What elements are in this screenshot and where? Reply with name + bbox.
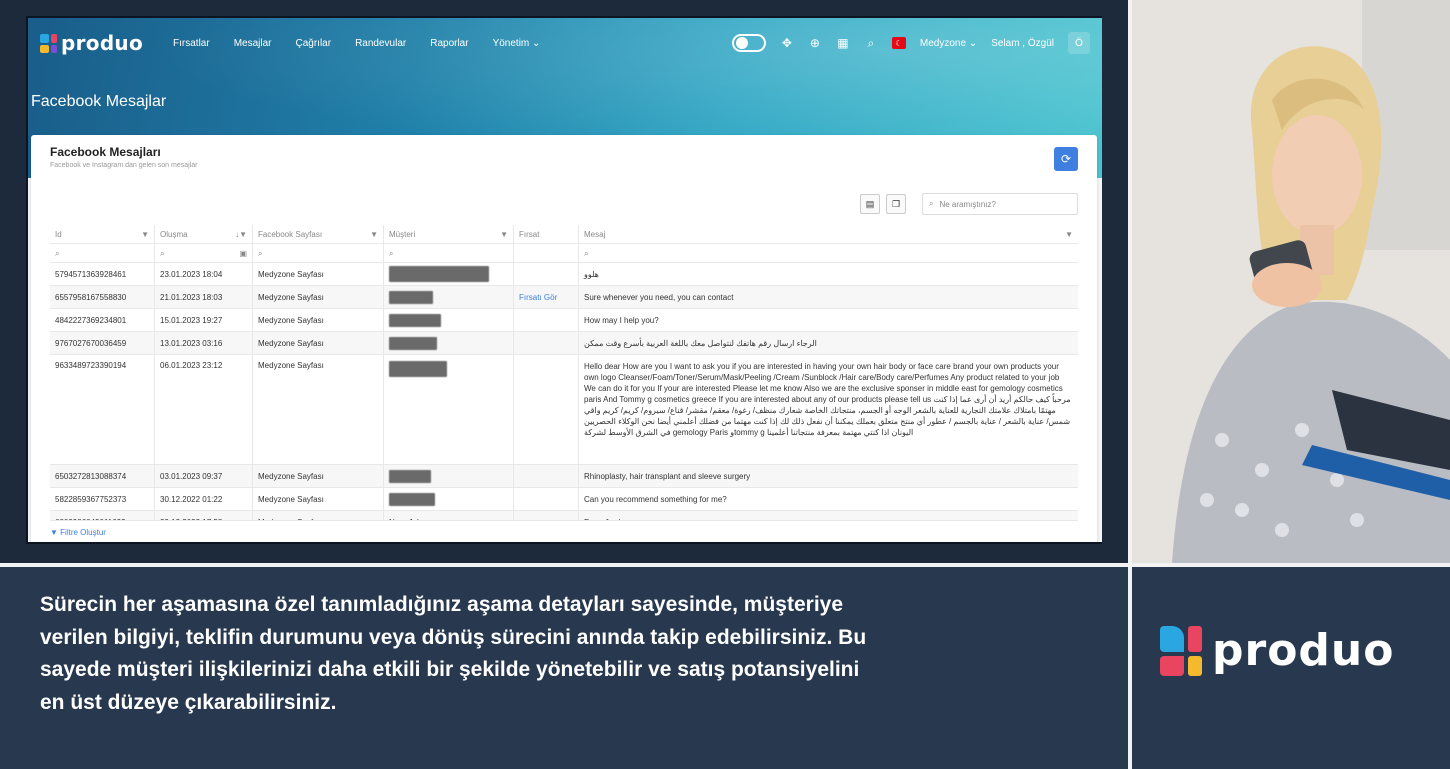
- col-header-musteri[interactable]: Müşteri ▼: [384, 224, 514, 244]
- messages-card: Facebook Mesajları Facebook ve Instagram…: [31, 135, 1097, 542]
- logo-mark-icon: [40, 33, 57, 53]
- search-icon: ⌕: [584, 248, 589, 258]
- firsat-link[interactable]: Fırsatı Gör: [514, 286, 579, 308]
- filter-cell-page[interactable]: ⌕: [253, 244, 384, 263]
- table-header: Id ▼ Oluşma ↓▼ Facebook Sayfası ▼ Müşteri ▼ …: [50, 224, 1078, 244]
- grid-toolbar: ▤ ❐ ⌕ Ne aramıştınız?: [860, 193, 1078, 215]
- add-circle-icon[interactable]: ⊕: [808, 36, 822, 50]
- nav-link-raporlar[interactable]: Raporlar: [430, 38, 468, 49]
- top-nav: produo Fırsatlar Mesajlar Çağrılar Rande…: [28, 18, 1102, 68]
- logo-mark-icon: [1160, 625, 1202, 676]
- account-switcher[interactable]: Medyzone ⌄: [920, 38, 977, 49]
- refresh-button[interactable]: ⟳: [1054, 147, 1078, 171]
- bottom-brand-logo: produo: [1160, 625, 1394, 676]
- col-header-id[interactable]: Id ▼: [50, 224, 155, 244]
- nav-link-cagrilar[interactable]: Çağrılar: [295, 38, 331, 49]
- filter-icon: ▼: [500, 229, 508, 239]
- flag-tr-icon[interactable]: ☾: [891, 37, 906, 49]
- app-window: produo Fırsatlar Mesajlar Çağrılar Rande…: [28, 18, 1102, 542]
- card-title: Facebook Mesajları: [50, 145, 161, 159]
- nav-link-mesajlar[interactable]: Mesajlar: [234, 38, 272, 49]
- search-icon: ⌕: [389, 248, 394, 258]
- table-row[interactable]: 9633489723390194 06.01.2023 23:12 Medyzone…: [50, 355, 1078, 465]
- nav-right: ✥ ⊕ ▦ ⌕ ☾ Medyzone ⌄ Selam , Özgül Ö: [731, 32, 1090, 54]
- calendar-icon: ▣: [239, 249, 247, 258]
- redacted-customer: [389, 336, 437, 350]
- apps-dots-icon[interactable]: ✥: [780, 36, 794, 50]
- search-icon[interactable]: ⌕: [864, 36, 878, 50]
- table-row[interactable]: 680998604901169329.12.2022 17:58Medyzone…: [50, 511, 1078, 521]
- card-subtitle: Facebook ve Instagram dan gelen son mesa…: [50, 162, 198, 169]
- caption-line: Sürecin her aşamasına özel tanımladığını…: [40, 593, 844, 616]
- column-chooser-button[interactable]: ❐: [886, 194, 906, 214]
- filter-cell-mesaj[interactable]: ⌕: [579, 244, 1078, 263]
- caption-text: Sürecin her aşamasına özel tanımladığını…: [40, 589, 1110, 719]
- caption-line: en üst düzeye çıkarabilirsiniz.: [40, 690, 337, 714]
- redacted-customer: [389, 266, 489, 282]
- caption-line: verilen bilgiyi, teklifin durumunu veya …: [40, 625, 867, 649]
- table-row[interactable]: 4842227369234801 15.01.2023 19:27 Medyzone…: [50, 309, 1078, 332]
- refresh-icon: ⟳: [1060, 152, 1072, 166]
- search-icon: ⌕: [258, 248, 263, 258]
- search-icon: ⌕: [55, 248, 60, 258]
- search-input[interactable]: ⌕ Ne aramıştınız?: [922, 193, 1078, 215]
- brand-logo[interactable]: produo: [40, 31, 143, 55]
- bottom-brand-name: produo: [1212, 625, 1395, 676]
- greeting-text: Selam , Özgül: [991, 37, 1054, 49]
- woman-illustration: [1132, 0, 1450, 563]
- filter-icon: ▼: [1065, 229, 1073, 239]
- sort-desc-filter-icon: ↓▼: [235, 229, 247, 239]
- slide: produo Fırsatlar Mesajlar Çağrılar Rande…: [0, 0, 1450, 769]
- export-excel-button[interactable]: ▤: [860, 194, 880, 214]
- grid-icon[interactable]: ▦: [836, 36, 850, 50]
- col-header-mesaj[interactable]: Mesaj ▼: [579, 225, 1078, 244]
- theme-toggle[interactable]: [731, 34, 766, 52]
- col-header-olusma[interactable]: Oluşma ↓▼: [155, 224, 253, 244]
- filter-cell-id[interactable]: ⌕: [50, 244, 155, 263]
- redacted-customer: [389, 313, 441, 327]
- page-title: Facebook Mesajlar: [31, 93, 167, 110]
- redacted-customer: [389, 361, 447, 377]
- redacted-customer: [389, 492, 435, 506]
- filter-icon: ▼: [141, 229, 149, 239]
- filter-cell-musteri[interactable]: ⌕: [384, 244, 514, 263]
- photo-woman-with-phone: [1132, 0, 1450, 563]
- table-row[interactable]: 5822859367752373 30.12.2022 01:22 Medyzone…: [50, 488, 1078, 511]
- filter-cell-olusma[interactable]: ⌕ ▣: [155, 244, 253, 263]
- table-row[interactable]: 9767027670036459 13.01.2023 03:16 Medyzone…: [50, 332, 1078, 355]
- table-row[interactable]: 6503272813088374 03.01.2023 09:37 Medyzone…: [50, 465, 1078, 488]
- search-icon: ⌕: [929, 199, 934, 208]
- redacted-customer: [389, 469, 431, 483]
- nav-link-firsatlar[interactable]: Fırsatlar: [173, 38, 210, 49]
- create-filter-link[interactable]: ▼ Filtre Oluştur: [50, 528, 106, 537]
- caption-line: sayede müşteri ilişkilerinizi daha etkil…: [40, 658, 860, 681]
- search-placeholder: Ne aramıştınız?: [939, 199, 996, 209]
- nav-link-randevular[interactable]: Randevular: [355, 38, 406, 49]
- nav-link-yonetim[interactable]: Yönetim ⌄: [493, 38, 541, 49]
- col-header-firsat[interactable]: Fırsat: [514, 224, 579, 244]
- filter-cell-firsat: [514, 244, 579, 263]
- search-icon: ⌕: [160, 248, 165, 258]
- table-row[interactable]: 6557958167558830 21.01.2023 18:03 Medyzone…: [50, 286, 1078, 309]
- col-header-facebook-sayfasi[interactable]: Facebook Sayfası ▼: [253, 224, 384, 244]
- table-row[interactable]: 5794571363928461 23.01.2023 18:04 Medyzone…: [50, 263, 1078, 286]
- filter-row: ⌕ ⌕ ▣ ⌕ ⌕ ⌕: [50, 244, 1078, 263]
- redacted-customer: [389, 290, 433, 304]
- filter-icon: ▼: [50, 528, 58, 537]
- brand-name: produo: [61, 31, 144, 55]
- user-avatar[interactable]: Ö: [1068, 32, 1090, 54]
- filter-icon: ▼: [370, 229, 378, 239]
- messages-table: Id ▼ Oluşma ↓▼ Facebook Sayfası ▼ Müşteri ▼ …: [50, 224, 1078, 521]
- horizontal-separator: [0, 563, 1450, 567]
- vertical-separator: [1128, 0, 1132, 769]
